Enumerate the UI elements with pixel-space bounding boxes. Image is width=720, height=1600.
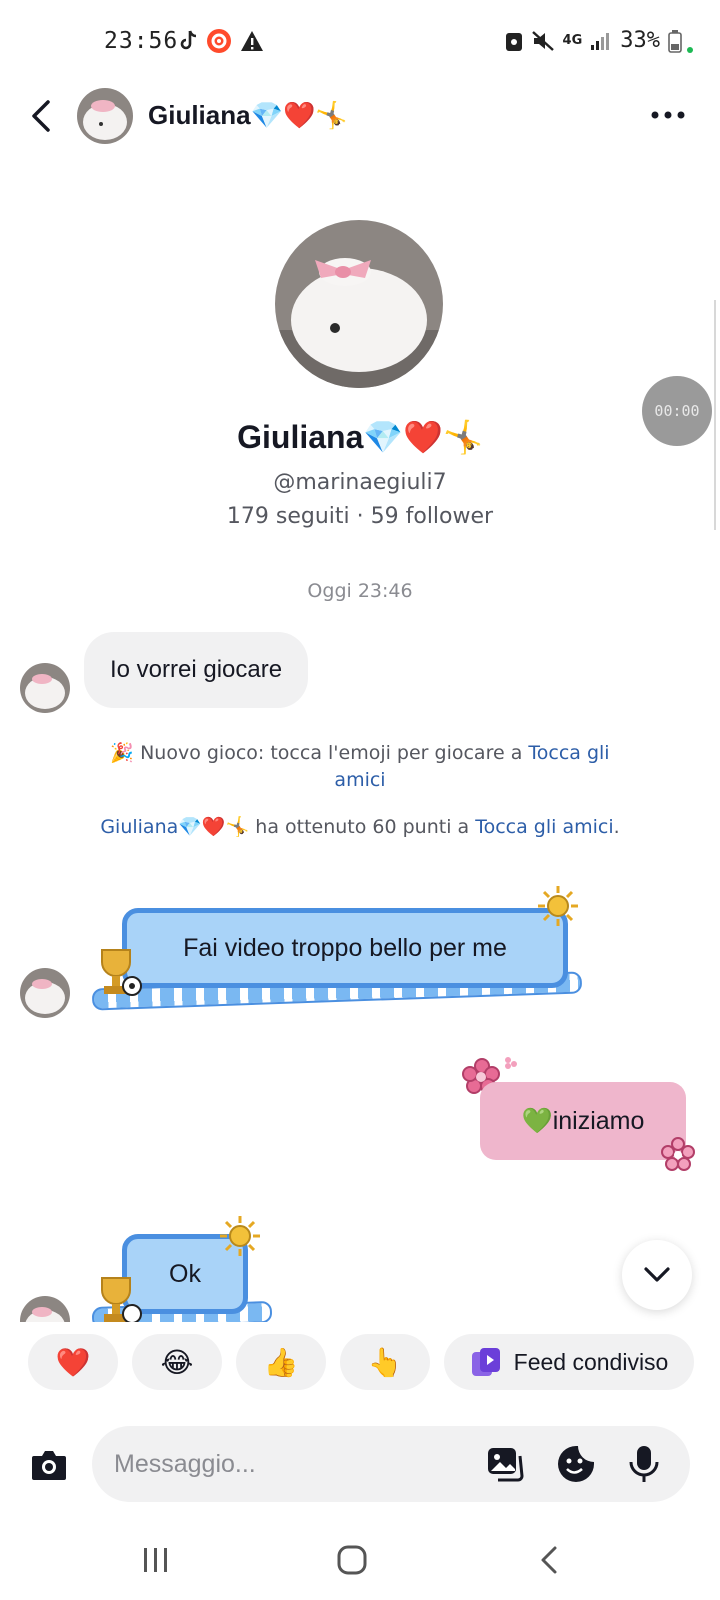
flower-icon (661, 1137, 695, 1171)
system-message-score: Giuliana💎❤️🤸 ha ottenuto 60 punti a Tocc… (100, 816, 620, 838)
recent-apps-icon[interactable] (136, 1540, 176, 1580)
sender-avatar[interactable] (20, 968, 70, 1018)
mute-icon (531, 30, 554, 51)
tiktok-icon (180, 30, 197, 50)
home-icon[interactable] (332, 1540, 372, 1580)
privacy-indicator (687, 47, 693, 53)
chat-header: Giuliana💎❤️🤸 (0, 84, 720, 148)
profile-name: Giuliana💎❤️🤸 (237, 419, 483, 455)
profile-avatar[interactable] (275, 220, 443, 388)
camera-icon[interactable] (28, 1444, 70, 1486)
edge-panel-handle[interactable] (714, 300, 716, 530)
trophy-icon (101, 1277, 142, 1324)
message-bubble-received[interactable]: Fai video troppo bello per me (122, 908, 568, 988)
battery-icon (668, 29, 682, 53)
network-label: 4G (562, 33, 583, 48)
system-nav-bar (0, 1520, 720, 1600)
game-link[interactable]: Tocca gli amici (475, 816, 613, 838)
lock-icon (505, 32, 522, 51)
shared-feed-label: Feed condiviso (513, 1348, 669, 1375)
floating-timer[interactable]: 00:00 (642, 376, 712, 446)
quick-reactions-row: ❤️ 😂 👍 👆 Feed condiviso (0, 1322, 720, 1418)
signal-icon (591, 32, 610, 50)
trophy-icon (101, 949, 142, 996)
profile-handle: @marinaegiuli7 (273, 470, 447, 495)
quick-reaction-laugh[interactable]: 😂 (132, 1334, 222, 1390)
microphone-icon[interactable] (624, 1444, 664, 1484)
warning-icon (241, 31, 263, 51)
message-bubble-sent[interactable]: 💚iniziamo (480, 1082, 686, 1160)
quick-reaction-thumbs-up[interactable]: 👍 (236, 1334, 326, 1390)
gallery-icon[interactable] (486, 1444, 526, 1484)
date-separator: Oggi 23:46 (307, 580, 413, 602)
status-bar: 23:56 4G 33% (0, 0, 720, 80)
battery-percent: 33% (620, 28, 660, 53)
user-link[interactable]: Giuliana💎❤️🤸 (100, 816, 249, 838)
recorder-icon (207, 29, 231, 53)
back-icon[interactable] (530, 1540, 570, 1580)
chevron-down-icon (644, 1267, 670, 1282)
more-options-icon[interactable] (648, 100, 688, 130)
quick-reaction-heart[interactable]: ❤️ (28, 1334, 118, 1390)
status-time: 23:56 (104, 28, 179, 54)
profile-stats: 179 seguiti · 59 follower (226, 504, 494, 529)
sun-icon (538, 886, 578, 926)
message-input[interactable] (92, 1426, 690, 1502)
sticker-icon[interactable] (556, 1444, 596, 1484)
back-arrow-icon[interactable] (22, 94, 62, 138)
message-bubble-received[interactable]: Io vorrei giocare (84, 632, 309, 708)
sender-avatar[interactable] (20, 1296, 70, 1322)
quick-reaction-point-up[interactable]: 👆 (340, 1334, 430, 1390)
header-contact-name[interactable]: Giuliana💎❤️🤸 (148, 100, 348, 131)
scroll-to-bottom-button[interactable] (622, 1240, 692, 1310)
sender-avatar[interactable] (20, 663, 70, 713)
sun-icon (220, 1216, 260, 1256)
system-message-new-game: 🎉 Nuovo gioco: tocca l'emoji per giocare… (110, 742, 610, 791)
message-composer (0, 1418, 720, 1514)
header-avatar[interactable] (77, 88, 133, 144)
shared-feed-button[interactable]: Feed condiviso (444, 1334, 694, 1390)
shared-feed-icon (471, 1348, 500, 1376)
